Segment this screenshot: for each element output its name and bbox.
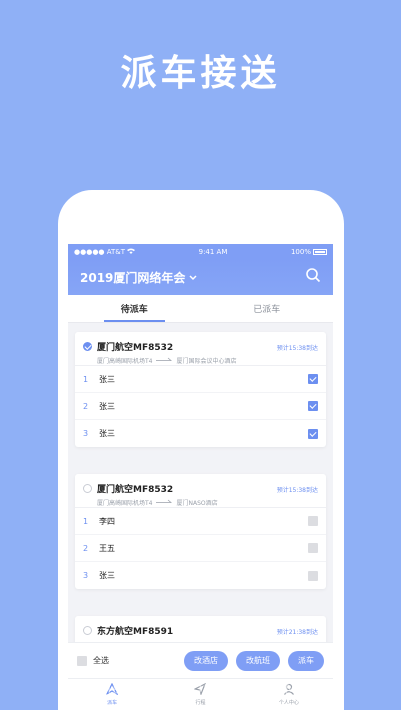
passenger-name: 张三 <box>99 429 115 438</box>
passenger-row[interactable]: 3 张三 <box>75 562 326 589</box>
eta-label: 预计21:38到达 <box>276 629 318 636</box>
passenger-index: 3 <box>83 429 89 438</box>
route-to: 厦门国际会议中心酒店 <box>176 358 237 365</box>
status-tabs: 待派车 已派车 <box>68 295 333 323</box>
passenger-checkbox[interactable] <box>308 401 318 411</box>
event-title: 2019厦门网络年会 <box>80 270 186 285</box>
tab-label: 行程 <box>195 700 206 706</box>
eta-label: 预计15:38到达 <box>276 487 318 494</box>
passenger-checkbox[interactable] <box>308 516 318 526</box>
tab-label: 派车 <box>107 700 118 706</box>
passenger-index: 2 <box>83 401 89 411</box>
flight-name: 东方航空MF8591 <box>97 627 174 637</box>
carrier-group: ●●●●● AT&T <box>74 247 136 256</box>
route-to: 厦门NASO酒店 <box>176 500 218 507</box>
battery-icon <box>312 248 327 255</box>
flight-name: 厦门航空MF8532 <box>97 485 174 495</box>
flight-card: 厦门航空MF8532 预计15:38到达 厦门高崎国际机场T4 厦门国际会议中心… <box>75 332 326 447</box>
passenger-checkbox[interactable] <box>308 374 318 384</box>
carrier-label: ●●●●● AT&T <box>74 247 126 256</box>
passenger-name: 李四 <box>99 516 115 526</box>
passenger-index: 3 <box>83 571 89 580</box>
battery-group: 100% <box>291 248 327 256</box>
event-selector[interactable]: 2019厦门网络年会 <box>80 269 197 286</box>
change-hotel-button[interactable]: 改酒店 <box>184 650 228 671</box>
wifi-icon <box>127 248 136 256</box>
route: 厦门高崎国际机场T4 厦门NASO酒店 <box>97 498 318 507</box>
flight-radio[interactable] <box>83 626 92 635</box>
tab-label: 个人中心 <box>278 700 299 706</box>
nav-bar: 2019厦门网络年会 <box>68 259 333 295</box>
flight-name: 厦门航空MF8532 <box>97 343 174 353</box>
app-screen: ●●●●● AT&T 9:41 AM 100% 2019厦门网络年会 待派车 已… <box>68 244 333 710</box>
battery-level: 100% <box>290 247 311 256</box>
passenger-name: 张三 <box>99 571 115 580</box>
passenger-row[interactable]: 2 张三 <box>75 393 326 420</box>
select-all[interactable]: 全选 <box>77 655 176 666</box>
flight-radio[interactable] <box>83 484 92 493</box>
chevron-down-icon <box>189 270 197 284</box>
route-from: 厦门高崎国际机场T4 <box>97 500 153 507</box>
flight-card: 厦门航空MF8532 预计15:38到达 厦门高崎国际机场T4 厦门NASO酒店… <box>75 474 326 589</box>
flight-radio[interactable] <box>83 342 92 351</box>
passenger-name: 王五 <box>99 543 115 553</box>
flight-card-header: 厦门航空MF8532 预计15:38到达 厦门高崎国际机场T4 厦门国际会议中心… <box>75 332 326 366</box>
passenger-index: 1 <box>83 516 89 526</box>
passenger-index: 2 <box>83 543 89 553</box>
tab-pending[interactable]: 待派车 <box>68 295 201 322</box>
flight-card-header: 厦门航空MF8532 预计15:38到达 厦门高崎国际机场T4 厦门NASO酒店 <box>75 474 326 508</box>
arrow-right-icon <box>156 499 173 506</box>
route: 厦门高崎国际机场T4 厦门国际会议中心酒店 <box>97 356 318 365</box>
passenger-row[interactable]: 1 李四 <box>75 508 326 535</box>
action-bar: 全选 改酒店 改航班 派车 <box>68 642 333 678</box>
change-flight-button[interactable]: 改航班 <box>236 650 280 671</box>
arrow-right-icon <box>156 357 173 364</box>
tab-dispatched[interactable]: 已派车 <box>201 295 334 322</box>
status-bar: ●●●●● AT&T 9:41 AM 100% <box>68 244 333 259</box>
passenger-row[interactable]: 3 张三 <box>75 420 326 447</box>
passenger-checkbox[interactable] <box>308 428 318 439</box>
passenger-index: 1 <box>83 374 89 384</box>
status-time: 9:41 AM <box>198 247 228 256</box>
passenger-checkbox[interactable] <box>308 543 318 553</box>
promo-headline: 派车接送 <box>120 53 281 94</box>
passenger-name: 张三 <box>99 374 115 384</box>
passenger-row[interactable]: 2 王五 <box>75 535 326 562</box>
passenger-row[interactable]: 1 张三 <box>75 366 326 393</box>
passenger-checkbox[interactable] <box>308 570 318 581</box>
route-from: 厦门高崎国际机场T4 <box>97 358 153 365</box>
watermark: 易图助手 • EITUSHZIZ.COM <box>80 680 299 698</box>
dispatch-button[interactable]: 派车 <box>288 650 324 671</box>
select-all-checkbox[interactable] <box>77 655 87 666</box>
passenger-name: 张三 <box>99 401 115 411</box>
search-icon[interactable] <box>305 267 321 287</box>
select-all-label: 全选 <box>93 656 109 665</box>
eta-label: 预计15:38到达 <box>276 345 318 352</box>
